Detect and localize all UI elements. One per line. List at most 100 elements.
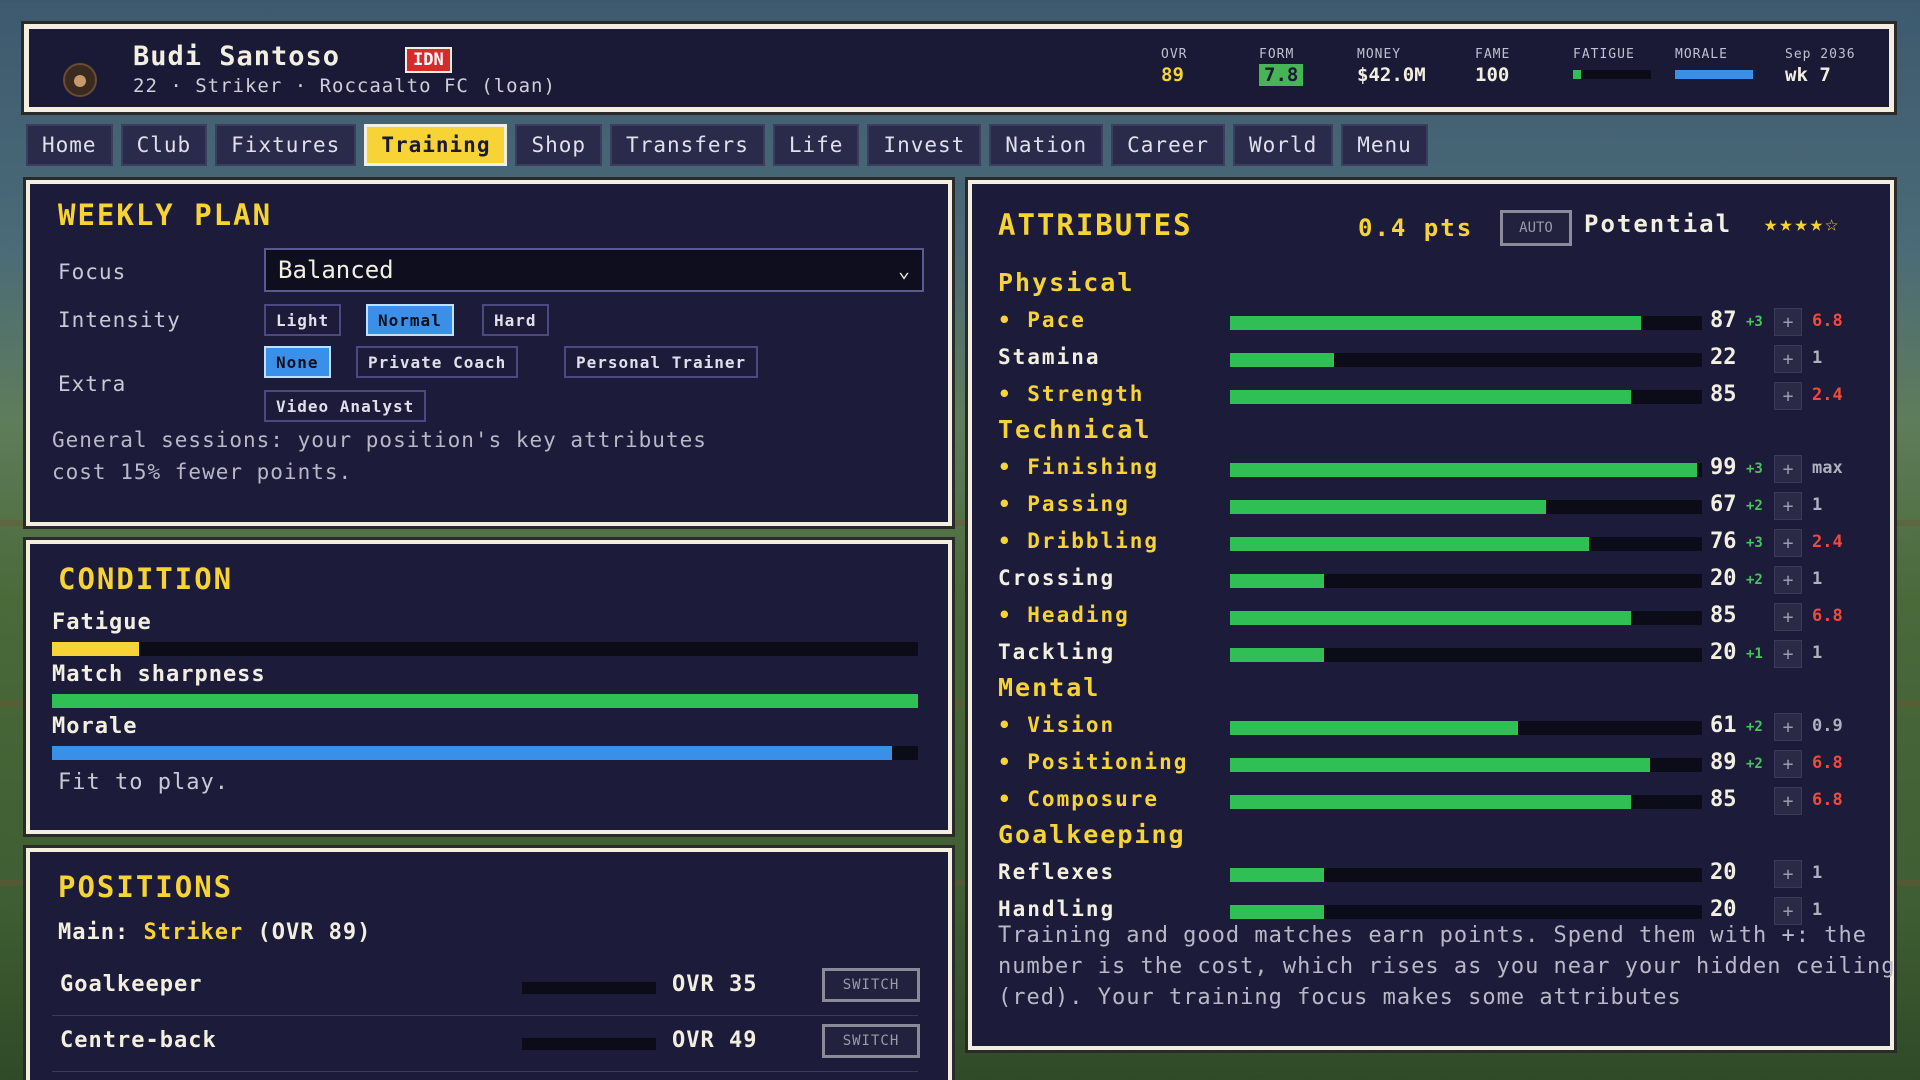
auto-button[interactable]: AUTO: [1500, 210, 1572, 246]
attribute-cost: 1: [1812, 863, 1823, 883]
player-name: Budi Santoso: [133, 41, 341, 72]
week-value: wk 7: [1785, 64, 1831, 86]
ovr-stat: OVR 89: [1161, 47, 1187, 86]
switch-button[interactable]: SWITCH: [822, 968, 920, 1002]
increase-attribute-button[interactable]: +: [1774, 345, 1802, 373]
attribute-bar-fill: [1230, 795, 1632, 809]
increase-attribute-button[interactable]: +: [1774, 382, 1802, 410]
extra-none-button[interactable]: None: [264, 346, 331, 378]
attribute-bar: [1230, 353, 1702, 367]
attribute-cost: max: [1812, 458, 1843, 478]
tab-invest[interactable]: Invest: [867, 124, 982, 166]
increase-attribute-button[interactable]: +: [1774, 787, 1802, 815]
position-bar: [522, 1038, 656, 1050]
attribute-bar: [1230, 463, 1702, 477]
attribute-bar-fill: [1230, 500, 1547, 514]
increase-attribute-button[interactable]: +: [1774, 640, 1802, 668]
increase-attribute-button[interactable]: +: [1774, 308, 1802, 336]
tab-menu[interactable]: Menu: [1341, 124, 1428, 166]
tab-home[interactable]: Home: [26, 124, 113, 166]
attribute-delta: +2: [1746, 756, 1763, 772]
attribute-value: 76: [1710, 529, 1737, 554]
attribute-name: • Passing: [998, 492, 1130, 516]
tab-club[interactable]: Club: [120, 124, 208, 166]
attribute-bar-fill: [1230, 574, 1325, 588]
attribute-name: Reflexes: [998, 860, 1116, 884]
increase-attribute-button[interactable]: +: [1774, 713, 1802, 741]
attribute-delta: +2: [1746, 498, 1763, 514]
tab-training[interactable]: Training: [364, 124, 508, 166]
nation-badge: IDN: [405, 47, 452, 73]
increase-attribute-button[interactable]: +: [1774, 492, 1802, 520]
position-row: Centre-back OVR 49 SWITCH: [52, 1018, 920, 1072]
player-header: Budi Santoso IDN 22 · Striker · Roccaalt…: [24, 24, 1894, 112]
header-morale-bar: [1675, 70, 1753, 79]
attribute-value: 85: [1710, 603, 1737, 628]
focus-dropdown[interactable]: Balanced ⌄: [264, 248, 924, 292]
attribute-name: • Dribbling: [998, 529, 1160, 553]
attribute-delta: +3: [1746, 314, 1763, 330]
attribute-bar-fill: [1230, 353, 1334, 367]
increase-attribute-button[interactable]: +: [1774, 455, 1802, 483]
attribute-bar-fill: [1230, 905, 1325, 919]
increase-attribute-button[interactable]: +: [1774, 566, 1802, 594]
attribute-bar-fill: [1230, 868, 1325, 882]
category-goalkeeping-title: Goalkeeping: [998, 820, 1186, 849]
extra-personal-trainer-button[interactable]: Personal Trainer: [564, 346, 759, 378]
attribute-bar: [1230, 537, 1702, 551]
attribute-cost: 1: [1812, 348, 1823, 368]
attribute-row-tackling: Tackling 20 +1 +1: [998, 636, 1878, 672]
position-name: Centre-back: [60, 1028, 217, 1053]
category-physical-title: Physical: [998, 268, 1135, 297]
main-prefix: Main:: [58, 920, 130, 945]
intensity-normal-button[interactable]: Normal: [366, 304, 454, 336]
increase-attribute-button[interactable]: +: [1774, 750, 1802, 778]
attribute-name: • Positioning: [998, 750, 1189, 774]
tab-transfers[interactable]: Transfers: [610, 124, 765, 166]
attribute-value: 89: [1710, 750, 1737, 775]
player-subtitle: 22 · Striker · Roccaalto FC (loan): [133, 75, 556, 97]
tab-life[interactable]: Life: [772, 124, 860, 166]
fame-value: 100: [1475, 64, 1510, 86]
attribute-name: • Heading: [998, 603, 1130, 627]
morale-label: Morale: [52, 714, 138, 739]
attribute-bar: [1230, 574, 1702, 588]
plan-note: General sessions: your position's key at…: [52, 428, 707, 484]
attribute-value: 20: [1710, 860, 1737, 885]
extra-label: Extra: [58, 372, 127, 396]
tab-fixtures[interactable]: Fixtures: [215, 124, 357, 166]
increase-attribute-button[interactable]: +: [1774, 603, 1802, 631]
attribute-name: • Pace: [998, 308, 1086, 332]
switch-button[interactable]: SWITCH: [822, 1024, 920, 1058]
attribute-name: • Vision: [998, 713, 1116, 737]
attribute-value: 85: [1710, 382, 1737, 407]
attribute-value: 87: [1710, 308, 1737, 333]
morale-stat: MORALE: [1675, 47, 1753, 79]
fame-stat: FAME 100: [1475, 47, 1510, 86]
attribute-value: 20: [1710, 566, 1737, 591]
increase-attribute-button[interactable]: +: [1774, 529, 1802, 557]
condition-title: CONDITION: [58, 562, 234, 596]
tab-shop[interactable]: Shop: [515, 124, 603, 166]
attribute-bar: [1230, 611, 1702, 625]
attribute-name: • Strength: [998, 382, 1145, 406]
attribute-value: 61: [1710, 713, 1737, 738]
attribute-bar: [1230, 500, 1702, 514]
extra-private-coach-button[interactable]: Private Coach: [356, 346, 519, 378]
attribute-cost: 1: [1812, 569, 1823, 589]
date-stat: Sep 2036 wk 7: [1785, 47, 1856, 86]
tab-career[interactable]: Career: [1111, 124, 1225, 166]
increase-attribute-button[interactable]: +: [1774, 860, 1802, 888]
attribute-row-crossing: Crossing 20 +2 +1: [998, 562, 1878, 598]
attribute-cost: 6.8: [1812, 790, 1843, 810]
ovr-label: OVR: [1161, 47, 1188, 62]
intensity-light-button[interactable]: Light: [264, 304, 342, 336]
date-label: Sep 2036: [1785, 47, 1856, 62]
attribute-bar: [1230, 316, 1702, 330]
attribute-bar-fill: [1230, 648, 1325, 662]
tab-world[interactable]: World: [1233, 124, 1334, 166]
tab-nation[interactable]: Nation: [989, 124, 1104, 166]
intensity-hard-button[interactable]: Hard: [482, 304, 549, 336]
attribute-bar: [1230, 905, 1702, 919]
extra-video-analyst-button[interactable]: Video Analyst: [264, 390, 427, 422]
